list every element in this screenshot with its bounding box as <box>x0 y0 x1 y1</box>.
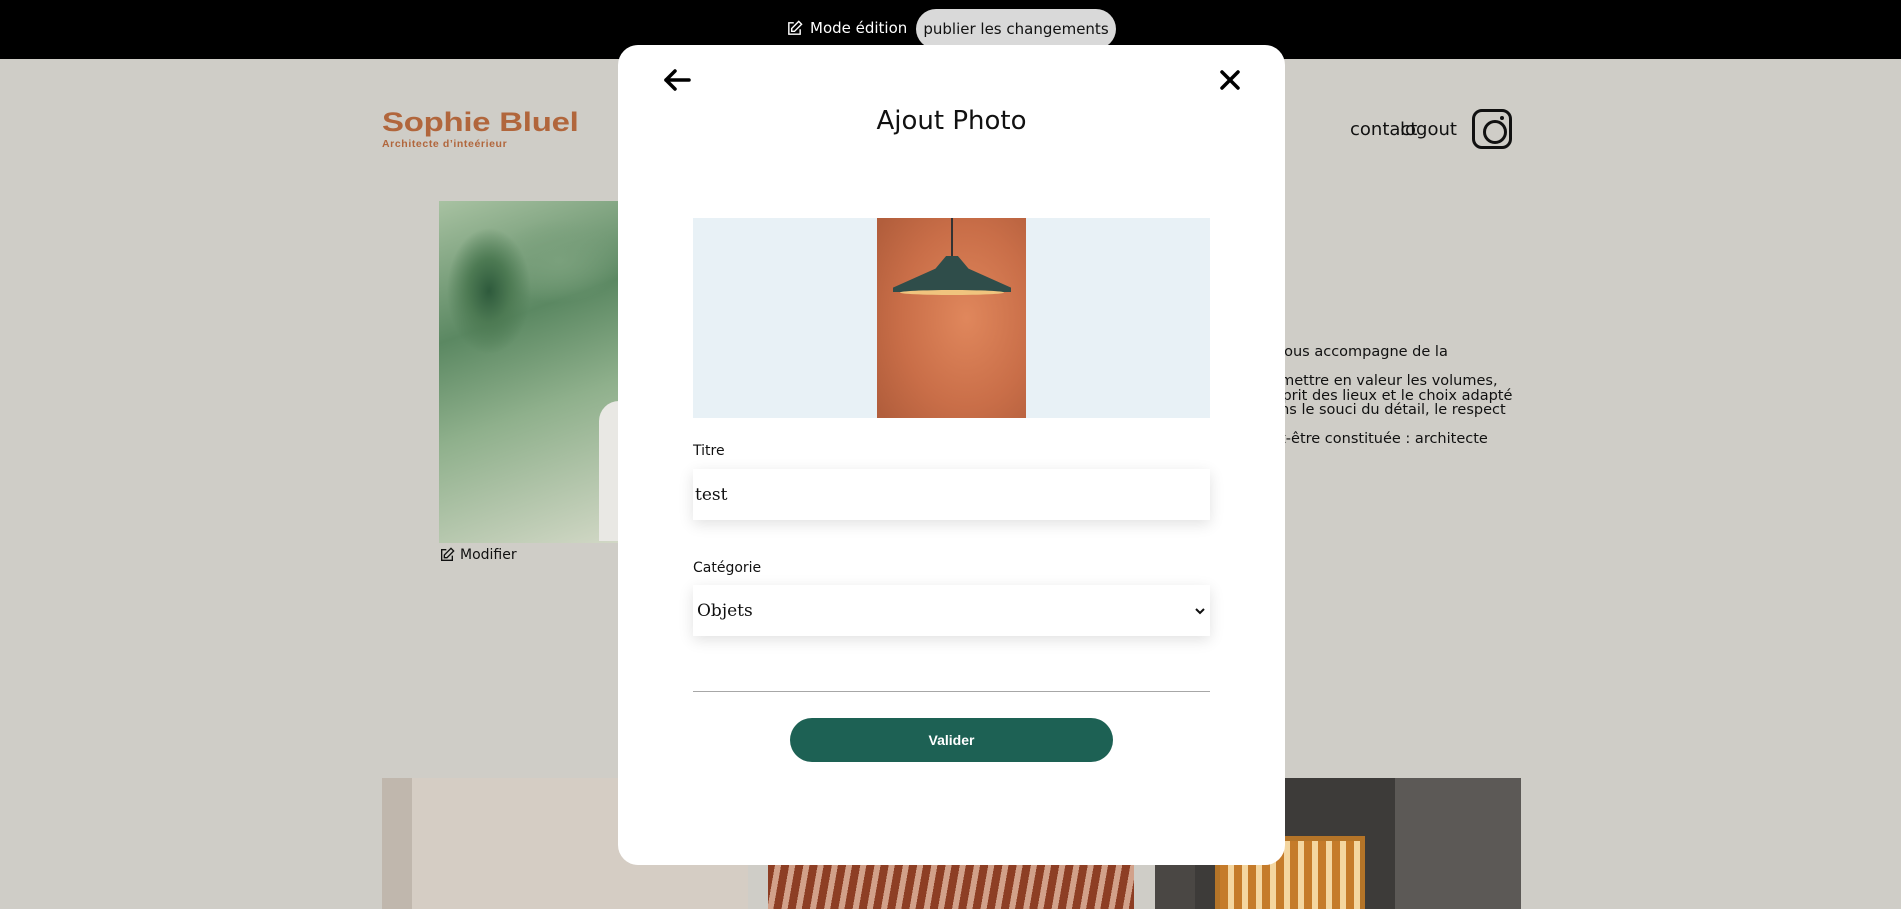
brand-logo[interactable]: Sophie Bluel Architecte d’inteérieur <box>382 109 579 151</box>
lamp-rim <box>900 290 1004 295</box>
modify-label: Modifier <box>460 547 517 563</box>
nav-logout[interactable]: logout <box>1400 119 1457 140</box>
arrow-left-icon[interactable] <box>662 67 692 93</box>
form-divider <box>693 691 1210 692</box>
edit-mode-indicator[interactable]: Mode édition <box>786 19 907 37</box>
about-line: e vous accompagne de la <box>1262 344 1448 360</box>
modal-title: Ajout Photo <box>876 106 1027 136</box>
edit-mode-label: Mode édition <box>810 19 908 37</box>
title-input[interactable] <box>693 469 1210 520</box>
close-icon[interactable] <box>1218 67 1242 93</box>
brand-subtitle: Architecte d’inteérieur <box>382 138 508 150</box>
edit-icon <box>788 19 803 35</box>
lamp-cord <box>951 218 953 258</box>
category-value: Objets <box>697 600 753 621</box>
about-line: eut-être constituée : architecte <box>1262 431 1488 447</box>
about-line: dans le souci du détail, le respect <box>1262 402 1506 418</box>
title-label: Titre <box>693 443 725 459</box>
add-photo-modal: Ajout Photo Titre Catégorie Objets Valid… <box>618 45 1285 865</box>
photo-upload-preview[interactable] <box>693 218 1210 418</box>
validate-button[interactable]: Valider <box>790 718 1113 762</box>
chevron-down-icon <box>1195 607 1205 614</box>
uploaded-photo <box>877 218 1026 418</box>
brand-title: Sophie Bluel <box>382 107 579 137</box>
about-text: e vous accompagne de la à mettre en vale… <box>1262 345 1512 447</box>
instagram-icon[interactable] <box>1472 109 1512 149</box>
publish-changes-button[interactable]: publier les changements <box>916 9 1116 49</box>
edit-icon <box>441 547 455 561</box>
modify-intro-button[interactable]: Modifier <box>439 547 517 563</box>
lamp-shade <box>893 256 1011 292</box>
category-label: Catégorie <box>693 560 762 576</box>
category-select[interactable]: Objets <box>693 585 1210 636</box>
architect-photo <box>439 201 621 543</box>
